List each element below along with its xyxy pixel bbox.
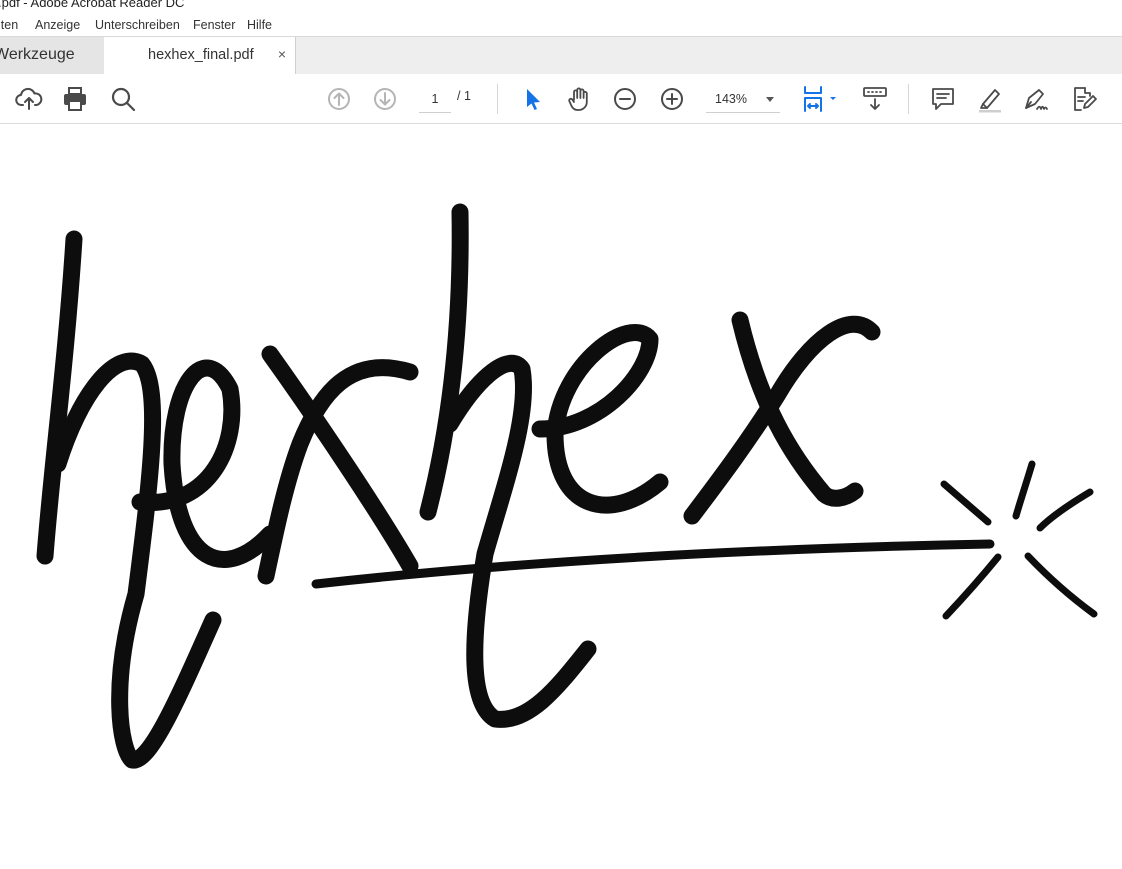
edit-pdf-button[interactable]	[1068, 84, 1098, 114]
menu-item-window[interactable]: Fenster	[193, 18, 235, 32]
menu-item-sign[interactable]: Unterschreiben	[95, 18, 180, 32]
scroll-mode-button[interactable]	[860, 84, 890, 114]
menu-item-help[interactable]: Hilfe	[247, 18, 272, 32]
upload-button[interactable]	[14, 84, 44, 114]
zoom-in-button[interactable]	[657, 84, 687, 114]
scroll-mode-icon	[863, 87, 887, 110]
chevron-down-icon	[766, 97, 774, 102]
tab-document-label: hexhex_final.pdf	[148, 47, 254, 63]
hexhex-signature-artwork	[36, 203, 1098, 769]
sign-icon	[1025, 89, 1048, 110]
menu-bar: iten Anzeige Unterschreiben Fenster Hilf…	[0, 14, 1122, 36]
select-arrow-icon	[527, 89, 540, 110]
fit-page-button[interactable]	[800, 84, 840, 114]
zoom-level-dropdown[interactable]: 143%	[706, 88, 780, 113]
page-down-icon	[374, 88, 396, 110]
toolbar: 1 / 1 143%	[0, 74, 1122, 124]
document-canvas[interactable]	[0, 124, 1122, 864]
highlight-icon	[979, 89, 1001, 113]
next-page-button[interactable]	[370, 84, 400, 114]
hand-tool-button[interactable]	[564, 84, 594, 114]
print-button[interactable]	[60, 84, 90, 114]
tab-bar: Werkzeuge hexhex_final.pdf ×	[0, 36, 1122, 75]
fit-page-icon	[804, 86, 836, 112]
find-button[interactable]	[108, 84, 138, 114]
toolbar-divider	[497, 84, 498, 114]
tab-document[interactable]: hexhex_final.pdf ×	[104, 37, 296, 75]
select-tool-button[interactable]	[518, 84, 548, 114]
previous-page-button[interactable]	[324, 84, 354, 114]
menu-item-view[interactable]: Anzeige	[35, 18, 80, 32]
print-icon	[64, 87, 86, 111]
tab-tools-label: Werkzeuge	[0, 46, 75, 63]
zoom-in-icon	[661, 88, 683, 110]
page-up-icon	[328, 88, 350, 110]
window-title: .pdf - Adobe Acrobat Reader DC	[0, 0, 185, 10]
menu-item-edit[interactable]: iten	[0, 18, 18, 32]
edit-pdf-icon	[1074, 87, 1097, 111]
comment-button[interactable]	[928, 84, 958, 114]
tab-close-icon[interactable]: ×	[274, 45, 290, 63]
comment-icon	[932, 88, 954, 110]
zoom-out-button[interactable]	[610, 84, 640, 114]
highlight-button[interactable]	[975, 84, 1005, 114]
sign-button[interactable]	[1021, 84, 1051, 114]
toolbar-divider	[908, 84, 909, 114]
window-title-bar: .pdf - Adobe Acrobat Reader DC	[0, 0, 1122, 14]
hand-icon	[568, 87, 588, 111]
search-icon	[111, 87, 136, 112]
page-total: / 1	[457, 89, 471, 103]
zoom-out-icon	[614, 88, 636, 110]
page-number-input[interactable]: 1	[419, 88, 451, 113]
tab-tools[interactable]: Werkzeuge	[0, 37, 105, 74]
upload-icon	[15, 87, 43, 110]
zoom-level-value: 143%	[715, 92, 747, 106]
